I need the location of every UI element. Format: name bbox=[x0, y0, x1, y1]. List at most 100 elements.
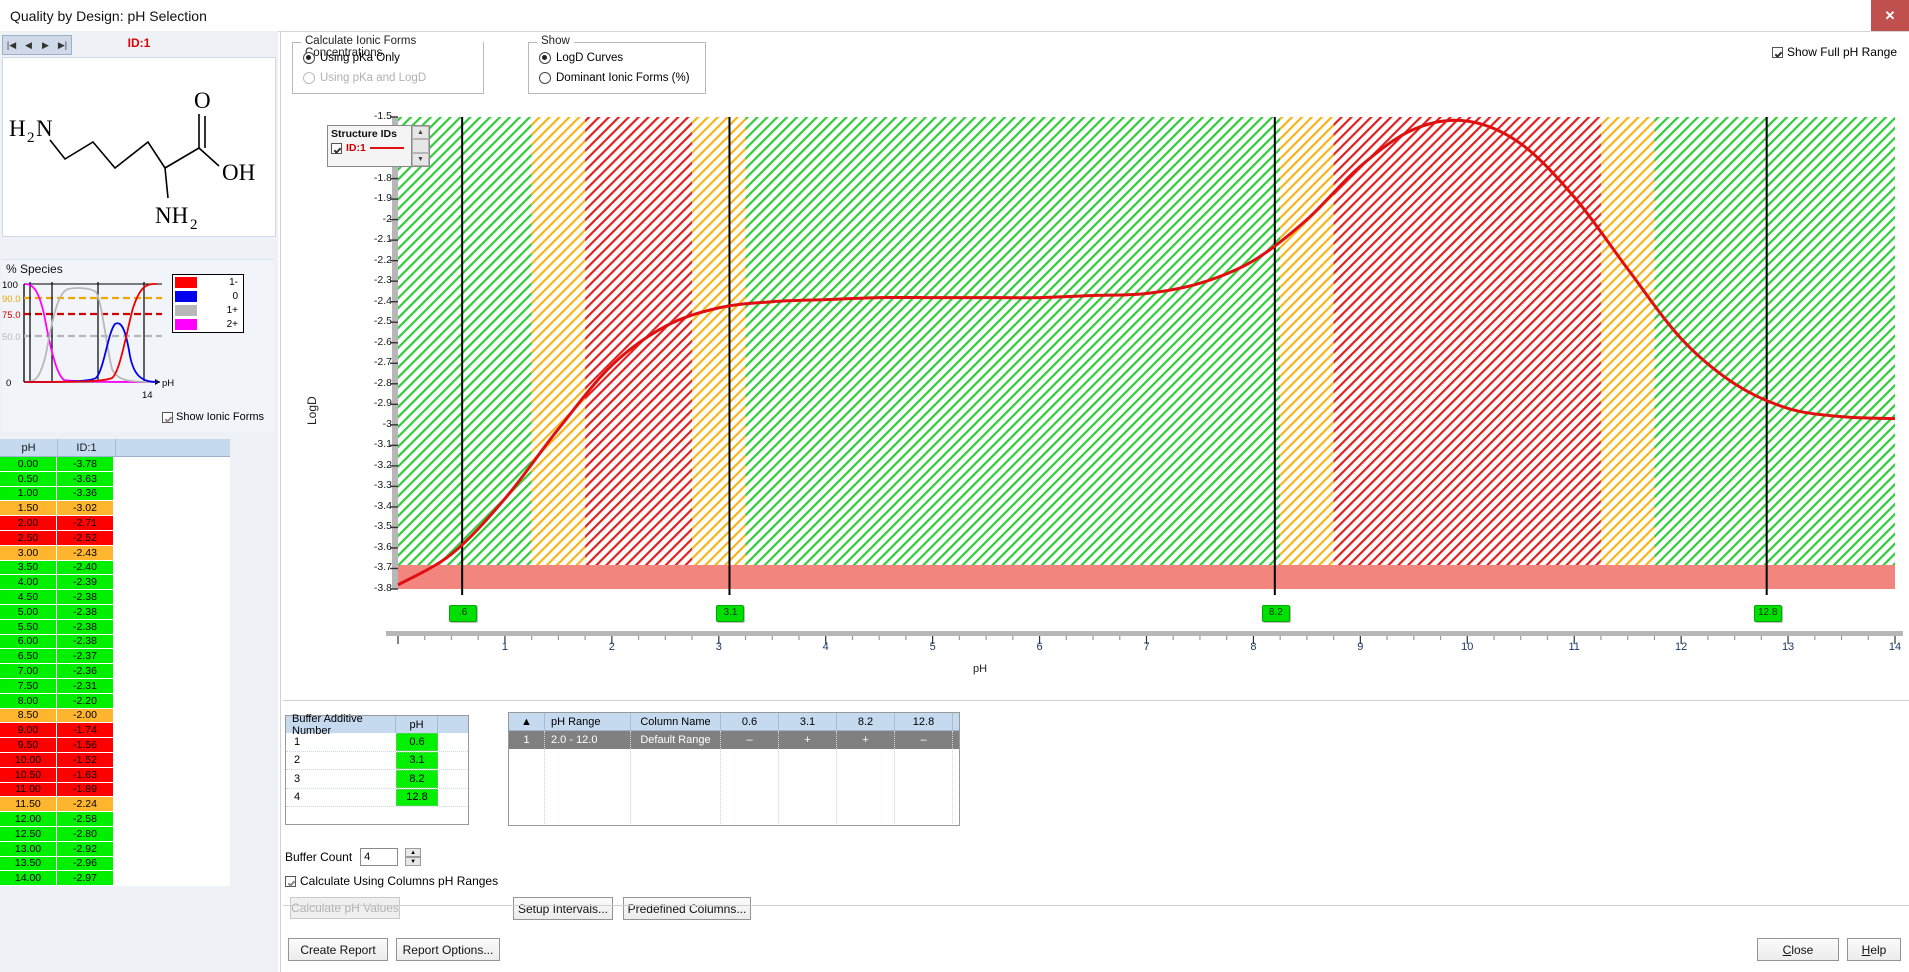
table-row[interactable]: 13.50-2.96 bbox=[0, 857, 230, 872]
table-row[interactable]: 7.00-2.36 bbox=[0, 664, 230, 679]
setup-intervals-button[interactable]: Setup Intervals... bbox=[513, 897, 613, 920]
cell-blank bbox=[114, 842, 230, 857]
table-row[interactable]: 412.8 bbox=[286, 789, 468, 808]
stepper-up-icon[interactable]: ▲ bbox=[405, 848, 421, 857]
radio-label: Using pKa and LogD bbox=[320, 72, 426, 84]
plot-area bbox=[283, 95, 1903, 685]
table-row[interactable]: 0.00-3.78 bbox=[0, 457, 230, 472]
table-row[interactable]: 7.50-2.31 bbox=[0, 679, 230, 694]
columns-table[interactable]: ▲ pH Range Column Name 0.6 3.1 8.2 12.8 … bbox=[508, 712, 960, 826]
scroll-up-icon[interactable]: ▲ bbox=[412, 126, 429, 139]
table-row[interactable]: 10.00-1.52 bbox=[0, 753, 230, 768]
cell-ph[interactable]: 8.2 bbox=[396, 770, 438, 788]
radio-logd-curves[interactable]: LogD Curves bbox=[539, 52, 623, 64]
table-row[interactable]: 10.50-1.63 bbox=[0, 768, 230, 783]
table-row[interactable]: 23.1 bbox=[286, 752, 468, 771]
cell-ph: 12.50 bbox=[0, 827, 57, 842]
checkbox-box[interactable] bbox=[331, 143, 342, 154]
table-row[interactable]: 12.00-2.58 bbox=[0, 812, 230, 827]
close-icon[interactable]: ✕ bbox=[1871, 0, 1909, 31]
help-button[interactable]: Help bbox=[1847, 938, 1901, 961]
table-row[interactable]: 8.50-2.00 bbox=[0, 709, 230, 724]
table-row[interactable]: 1.50-3.02 bbox=[0, 501, 230, 516]
table-row[interactable]: 4.50-2.38 bbox=[0, 590, 230, 605]
legend-label-2plus: 2+ bbox=[197, 319, 241, 330]
buffer-marker[interactable]: 8.2 bbox=[1262, 605, 1290, 622]
calculate-using-columns-checkbox[interactable]: Calculate Using Columns pH Ranges bbox=[285, 874, 498, 888]
buffer-count-stepper[interactable]: ▲ ▼ bbox=[405, 848, 421, 866]
cell-blank bbox=[114, 812, 230, 827]
cell-blank bbox=[114, 620, 230, 635]
checkbox-box[interactable] bbox=[285, 876, 296, 887]
cell-ph[interactable]: 12.8 bbox=[396, 789, 438, 807]
table-row[interactable]: 3.50-2.40 bbox=[0, 561, 230, 576]
legend-item-id1[interactable]: ID:1 bbox=[331, 142, 408, 154]
radio-dominant-ionic-forms[interactable]: Dominant Ionic Forms (%) bbox=[539, 72, 690, 84]
table-row[interactable]: 11.00-1.89 bbox=[0, 783, 230, 798]
table-row[interactable]: 10.6 bbox=[286, 733, 468, 752]
cell-ph: 3.50 bbox=[0, 561, 57, 576]
radio-dot[interactable] bbox=[539, 52, 551, 64]
table-row[interactable]: 5.00-2.38 bbox=[0, 605, 230, 620]
show-full-ph-range-checkbox[interactable]: Show Full pH Range bbox=[1772, 45, 1897, 59]
table-row[interactable]: 2.00-2.71 bbox=[0, 516, 230, 531]
table-row[interactable]: 0.50-3.63 bbox=[0, 472, 230, 487]
checkbox-box[interactable] bbox=[162, 412, 173, 423]
table-row[interactable]: 6.00-2.38 bbox=[0, 635, 230, 650]
report-options-button[interactable]: Report Options... bbox=[396, 938, 500, 961]
cell-ph[interactable]: 0.6 bbox=[396, 733, 438, 751]
scroll-down-icon[interactable]: ▼ bbox=[412, 153, 429, 166]
table-row[interactable]: 1 2.0 - 12.0 Default Range – + + – bbox=[509, 731, 959, 749]
radio-using-pka-and-logd: Using pKa and LogD bbox=[303, 72, 426, 84]
table-row[interactable]: 12.50-2.80 bbox=[0, 827, 230, 842]
cell-ph[interactable]: 3.1 bbox=[396, 752, 438, 770]
table-row[interactable]: 13.00-2.92 bbox=[0, 842, 230, 857]
table-row[interactable]: 5.50-2.38 bbox=[0, 620, 230, 635]
legend-scroll-spinner[interactable]: ▲ ▼ bbox=[411, 126, 429, 166]
legend-title: Structure IDs bbox=[331, 128, 408, 140]
create-report-button[interactable]: Create Report bbox=[288, 938, 388, 961]
row-value-8-2: + bbox=[837, 731, 895, 749]
header-sort-icon[interactable]: ▲ bbox=[509, 713, 545, 730]
radio-dot[interactable] bbox=[303, 52, 315, 64]
table-row[interactable]: 6.50-2.37 bbox=[0, 649, 230, 664]
table-row[interactable]: 9.50-1.56 bbox=[0, 738, 230, 753]
predefined-columns-button[interactable]: Predefined Columns... bbox=[623, 897, 751, 920]
buffer-marker[interactable]: .6 bbox=[449, 605, 477, 622]
radio-using-pka-only[interactable]: Using pKa Only bbox=[303, 52, 400, 64]
buffer-additive-table[interactable]: Buffer Additive Number pH 10.623.138.241… bbox=[285, 715, 469, 825]
cell-blank bbox=[114, 857, 230, 872]
buffer-marker[interactable]: 12.8 bbox=[1754, 605, 1782, 622]
close-button[interactable]: Close bbox=[1757, 938, 1839, 961]
table-row[interactable]: 9.00-1.74 bbox=[0, 723, 230, 738]
cell-logd: -2.92 bbox=[57, 842, 114, 857]
cell-logd: -2.38 bbox=[57, 620, 114, 635]
scroll-thumb[interactable] bbox=[412, 139, 429, 152]
table-row[interactable]: 2.50-2.52 bbox=[0, 531, 230, 546]
table-row[interactable]: 11.50-2.24 bbox=[0, 797, 230, 812]
radio-dot[interactable] bbox=[539, 72, 551, 84]
buffer-count-input[interactable]: 4 bbox=[360, 848, 398, 866]
legend-label-0: 0 bbox=[197, 291, 241, 302]
table-row[interactable]: 8.00-2.20 bbox=[0, 694, 230, 709]
x-tick-label: 13 bbox=[1773, 641, 1803, 653]
stepper-down-icon[interactable]: ▼ bbox=[405, 857, 421, 866]
buffer-marker[interactable]: 3.1 bbox=[716, 605, 744, 622]
cell-ph: 5.00 bbox=[0, 605, 57, 620]
structure-ids-legend[interactable]: Structure IDs ID:1 ▲ ▼ bbox=[327, 125, 430, 167]
buffer-count-field[interactable]: Buffer Count 4 ▲ ▼ bbox=[285, 848, 421, 866]
checkbox-box[interactable] bbox=[1772, 47, 1783, 58]
table-row[interactable]: 1.00-3.36 bbox=[0, 487, 230, 502]
table-row[interactable]: 14.00-2.97 bbox=[0, 871, 230, 886]
legend-label-1plus: 1+ bbox=[197, 305, 241, 316]
cell-logd: -2.24 bbox=[57, 797, 114, 812]
table-row[interactable]: 4.00-2.39 bbox=[0, 575, 230, 590]
calculate-ph-values-button[interactable]: Calculate pH Values bbox=[290, 897, 400, 919]
ph-logd-table[interactable]: pH ID:1 0.00-3.780.50-3.631.00-3.361.50-… bbox=[0, 439, 230, 886]
legend-swatch-2plus bbox=[175, 319, 197, 330]
show-ionic-forms-checkbox[interactable]: Show Ionic Forms bbox=[162, 411, 264, 423]
cell-logd: -1.89 bbox=[57, 783, 114, 798]
table-row[interactable]: 3.00-2.43 bbox=[0, 546, 230, 561]
x-tick-label: 1 bbox=[490, 641, 520, 653]
table-row[interactable]: 38.2 bbox=[286, 770, 468, 789]
